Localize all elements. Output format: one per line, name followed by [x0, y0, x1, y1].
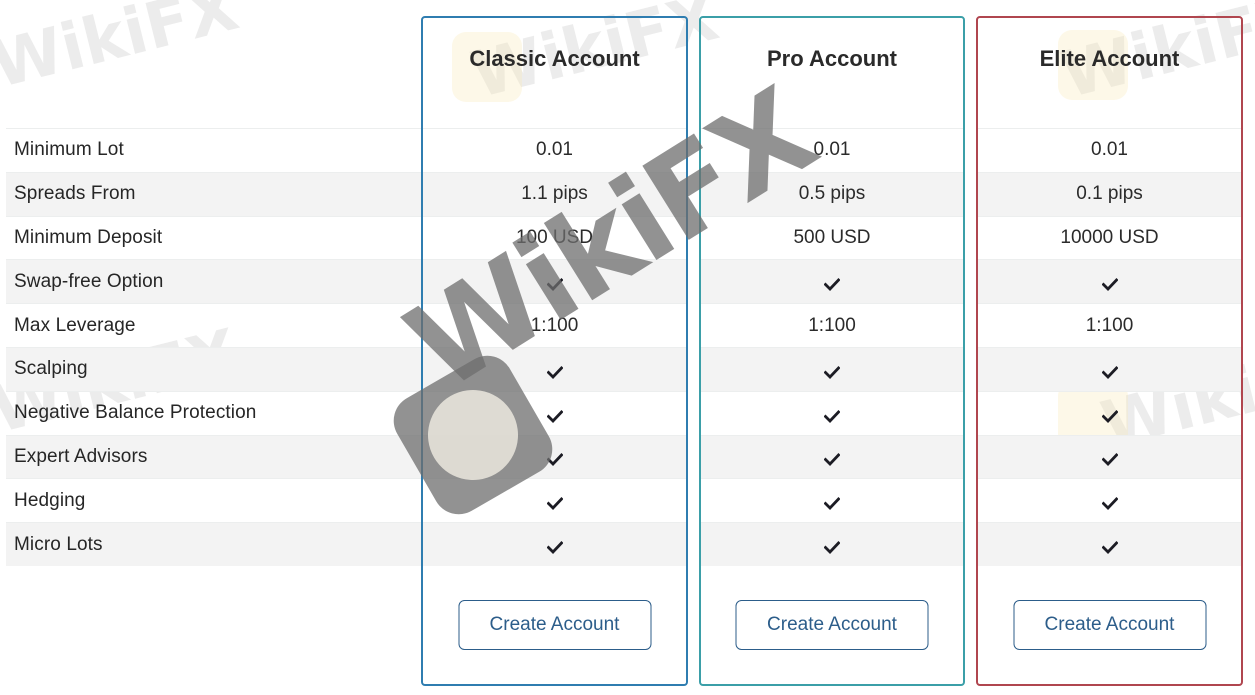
account-title: Pro Account [767, 46, 897, 71]
check-icon [1101, 538, 1118, 555]
check-icon [823, 538, 841, 555]
feature-label: Hedging [6, 478, 422, 522]
check-icon [546, 538, 563, 555]
account-value-cell: 1:100 [701, 303, 963, 347]
account-value-cell [701, 434, 963, 479]
account-value-cell: 10000 USD [978, 215, 1241, 260]
account-value-cell [701, 346, 963, 391]
account-value-cell: 0.1 pips [978, 171, 1241, 216]
feature-label: Negative Balance Protection [6, 390, 422, 435]
account-values: 0.01 0.5 pips 500 USD 1:100 [701, 128, 963, 566]
check-icon [546, 275, 563, 292]
account-value: 500 USD [793, 226, 871, 248]
account-value-cell [701, 478, 963, 522]
account-value: 10000 USD [1060, 226, 1159, 248]
account-value: 100 USD [515, 226, 594, 248]
account-card-pro: Pro Account 0.01 0.5 pips 500 USD 1:100 Cre… [699, 16, 965, 686]
account-value-cell [423, 346, 686, 391]
account-value-cell [978, 434, 1241, 479]
account-value-cell [423, 434, 686, 479]
check-icon [546, 494, 563, 511]
account-value-cell [978, 346, 1241, 391]
check-icon [823, 275, 841, 292]
feature-label: Spreads From [6, 171, 422, 216]
check-icon [1101, 363, 1118, 379]
account-value-cell: 0.5 pips [701, 171, 963, 216]
feature-label: Minimum Deposit [6, 215, 422, 260]
account-value-cell [423, 522, 686, 566]
account-value-cell [423, 259, 686, 304]
account-value: 1.1 pips [521, 183, 588, 205]
account-title: Elite Account [1039, 46, 1180, 71]
account-value-cell: 1.1 pips [423, 171, 686, 216]
account-value-cell [701, 522, 963, 566]
account-value: 1:100 [808, 314, 856, 336]
account-value: 1:100 [530, 314, 579, 336]
account-value: 0.01 [1091, 139, 1128, 161]
check-icon [546, 363, 563, 379]
account-value: 0.01 [813, 139, 851, 161]
check-icon [823, 494, 841, 511]
account-value-cell [978, 522, 1241, 566]
account-value-cell: 1:100 [423, 303, 686, 347]
account-value-cell [701, 390, 963, 435]
account-value-cell [423, 390, 686, 435]
create-account-button[interactable]: Create Account [1013, 600, 1206, 650]
account-value-cell: 0.01 [978, 128, 1241, 172]
feature-label: Scalping [6, 346, 422, 391]
account-value-cell [701, 259, 963, 304]
check-icon [1101, 450, 1118, 467]
check-icon [1101, 407, 1118, 423]
account-value-cell: 500 USD [701, 215, 963, 260]
account-title: Classic Account [469, 46, 640, 71]
account-value-cell: 1:100 [978, 303, 1241, 347]
account-values: 0.01 1.1 pips 100 USD 1:100 [423, 128, 686, 566]
check-icon [546, 407, 563, 423]
account-value-cell: 100 USD [423, 215, 686, 260]
check-icon [1101, 494, 1118, 511]
account-card-elite: Elite Account 0.01 0.1 pips 10000 USD 1:100… [976, 16, 1243, 686]
feature-label: Swap-free Option [6, 259, 422, 304]
check-icon [823, 363, 841, 379]
watermark-text: WikiFX [0, 0, 246, 104]
feature-label: Expert Advisors [6, 434, 422, 479]
account-value: 0.01 [536, 139, 573, 161]
account-value: 0.5 pips [798, 183, 866, 205]
check-icon [823, 407, 841, 423]
check-icon [546, 450, 563, 467]
account-value-cell [978, 478, 1241, 522]
account-value: 1:100 [1085, 314, 1134, 336]
account-value: 0.1 pips [1076, 183, 1143, 205]
feature-labels: Minimum Lot Spreads From Minimum Deposit Sw… [6, 128, 422, 566]
account-value-cell [423, 478, 686, 522]
create-account-button[interactable]: Create Account [458, 600, 651, 650]
check-icon [1101, 275, 1118, 292]
feature-label: Minimum Lot [6, 128, 422, 172]
account-card-classic: Classic Account 0.01 1.1 pips 100 USD 1:100… [421, 16, 688, 686]
account-values: 0.01 0.1 pips 10000 USD 1:100 [978, 128, 1241, 566]
account-value-cell [978, 259, 1241, 304]
account-value-cell [978, 390, 1241, 435]
create-account-button[interactable]: Create Account [735, 600, 929, 650]
account-value-cell: 0.01 [423, 128, 686, 172]
feature-label: Max Leverage [6, 303, 422, 347]
check-icon [823, 450, 841, 467]
feature-label: Micro Lots [6, 522, 422, 566]
account-value-cell: 0.01 [701, 128, 963, 172]
